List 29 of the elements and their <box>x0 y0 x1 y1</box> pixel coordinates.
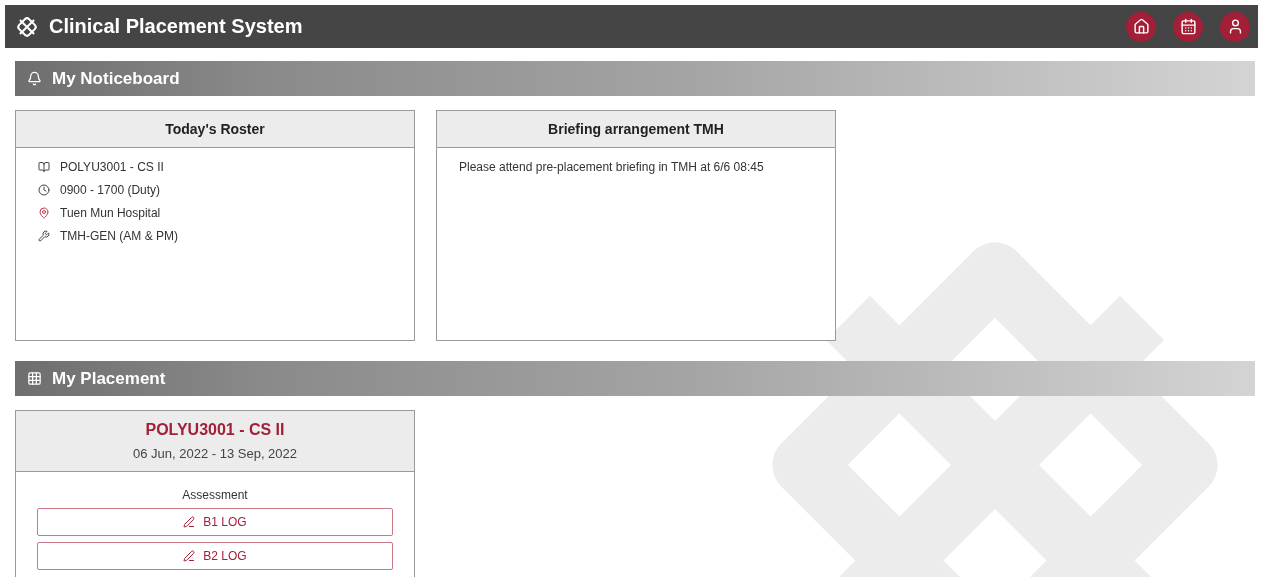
section-title: My Placement <box>52 368 166 389</box>
logo-icon <box>15 14 39 39</box>
log-button[interactable]: B1 LOG <box>37 508 393 536</box>
grid-icon <box>27 371 42 386</box>
course-title: POLYU3001 - CS II <box>144 421 286 439</box>
pencil-icon <box>183 516 196 528</box>
notice-message: Please attend pre-placement briefing in TMH at 6/6 08:45 <box>459 160 765 174</box>
roster-detail: 0900 - 1700 (Duty) <box>60 183 161 197</box>
map-pin-icon <box>38 207 50 219</box>
pencil-icon <box>183 550 196 562</box>
clock-icon <box>38 184 50 196</box>
roster-detail: Tuen Mun Hospital <box>60 206 161 220</box>
home-button[interactable] <box>1126 11 1156 42</box>
roster-detail: TMH-GEN (AM & PM) <box>60 229 178 243</box>
section-title: My Noticeboard <box>52 68 180 89</box>
log-button[interactable]: B2 LOG <box>37 542 393 570</box>
app-title: Clinical Placement System <box>49 15 304 38</box>
bell-icon <box>27 71 42 86</box>
card-title: Today's Roster <box>164 121 266 137</box>
user-button[interactable] <box>1220 11 1250 42</box>
card-title: Briefing arrangement TMH <box>547 121 725 137</box>
calendar-icon <box>1179 18 1197 35</box>
section-label: Assessment <box>181 488 249 502</box>
book-icon <box>38 161 50 173</box>
wrench-icon <box>38 230 50 242</box>
date-range: 06 Jun, 2022 - 13 Sep, 2022 <box>131 446 299 461</box>
home-icon <box>1132 18 1150 35</box>
roster-detail: POLYU3001 - CS II <box>60 160 164 174</box>
calendar-button[interactable] <box>1173 11 1203 42</box>
